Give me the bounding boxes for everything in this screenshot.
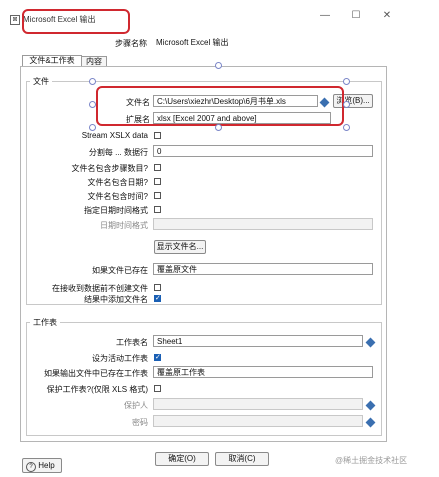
active-sheet-checkbox[interactable]	[154, 353, 161, 361]
close-button[interactable]: ✕	[377, 10, 397, 21]
add-to-result-label: 结果中添加文件名	[84, 295, 148, 304]
selection-handle	[343, 124, 350, 131]
excel-app-icon: ⊠	[10, 15, 20, 25]
add-to-result-checkbox[interactable]	[154, 294, 161, 302]
include-date-label: 文件名包含日期?	[87, 178, 148, 187]
selection-handle	[343, 78, 350, 85]
cancel-button[interactable]: 取消(C)	[215, 452, 269, 466]
no-create-label: 在接收到数据前不创建文件	[52, 284, 148, 293]
protect-sheet-checkbox[interactable]	[154, 385, 161, 392]
if-sheet-exists-select[interactable]: 覆盖原工作表	[153, 366, 373, 378]
specify-date-format-label: 指定日期时间格式	[84, 206, 148, 215]
password-input[interactable]	[153, 415, 363, 427]
split-rows-input[interactable]: 0	[153, 145, 373, 157]
title-highlight-box	[22, 9, 130, 34]
include-stepnr-label: 文件名包含步骤数目?	[71, 164, 148, 173]
show-filenames-button[interactable]: 显示文件名...	[154, 240, 206, 254]
if-file-exists-label: 如果文件已存在	[92, 266, 148, 275]
include-time-checkbox[interactable]	[154, 192, 161, 199]
selection-handle	[89, 101, 96, 108]
help-button[interactable]: ? Help	[22, 458, 62, 473]
protect-sheet-label: 保护工作表?(仅限 XLS 格式)	[46, 385, 148, 394]
selection-handle	[215, 62, 222, 69]
stream-xlsx-checkbox[interactable]	[154, 132, 161, 139]
include-time-label: 文件名包含时间?	[87, 192, 148, 201]
selection-handle	[89, 78, 96, 85]
selection-handle	[215, 124, 222, 131]
step-name-label: 步骤名称	[115, 39, 147, 48]
date-format-select[interactable]	[153, 218, 373, 230]
sheet-name-input[interactable]: Sheet1	[153, 335, 363, 347]
ok-button[interactable]: 确定(O)	[155, 452, 209, 466]
if-file-exists-select[interactable]: 覆盖原文件	[153, 263, 373, 275]
watermark: @稀土掘金技术社区	[335, 456, 408, 465]
active-sheet-label: 设为活动工作表	[92, 354, 148, 363]
if-sheet-exists-label: 如果输出文件中已存在工作表	[44, 369, 148, 378]
filename-highlight-box	[96, 86, 344, 126]
protected-by-input[interactable]	[153, 398, 363, 410]
include-stepnr-checkbox[interactable]	[154, 164, 161, 171]
specify-date-format-checkbox[interactable]	[154, 206, 161, 213]
minimize-button[interactable]: —	[315, 10, 335, 21]
sheet-name-label: 工作表名	[116, 338, 148, 347]
maximize-button[interactable]: ☐	[346, 10, 366, 21]
no-create-checkbox[interactable]	[154, 284, 161, 291]
selection-handle	[343, 101, 350, 108]
file-group-title: 文件	[30, 76, 52, 87]
stream-xlsx-label: Stream XSLX data	[81, 131, 148, 140]
password-label: 密码	[132, 418, 148, 427]
protected-by-label: 保护人	[124, 401, 148, 410]
help-icon: ?	[26, 462, 36, 472]
step-name-input[interactable]: Microsoft Excel 输出	[152, 36, 384, 48]
help-button-label: Help	[38, 461, 55, 470]
date-format-label: 日期时间格式	[100, 221, 148, 230]
sheet-group-title: 工作表	[30, 317, 60, 328]
selection-handle	[89, 124, 96, 131]
include-date-checkbox[interactable]	[154, 178, 161, 185]
split-rows-label: 分割每 ... 数据行	[88, 148, 148, 157]
